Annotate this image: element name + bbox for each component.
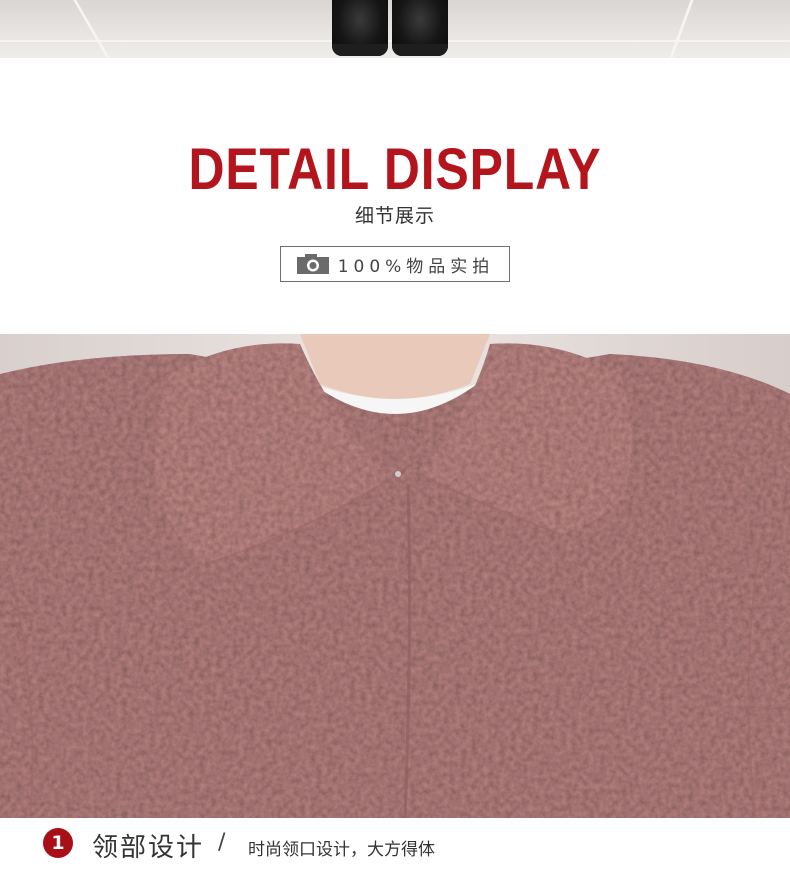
title-section: DETAIL DISPLAY 细节展示 100%物品实拍 <box>0 58 790 334</box>
step-number-badge: 1 <box>43 828 73 858</box>
right-shoe <box>392 0 448 56</box>
caption-title: 领部设计 <box>92 833 205 863</box>
left-shoe <box>332 0 388 56</box>
real-photo-badge: 100%物品实拍 <box>280 246 510 282</box>
page-subtitle: 细节展示 <box>354 205 435 227</box>
floor-tile-line <box>669 0 694 58</box>
product-detail-photo <box>0 334 790 818</box>
floor-tile-line <box>73 0 110 58</box>
caption-separator: / <box>218 830 226 855</box>
coat-collar-illustration <box>0 334 790 818</box>
camera-icon <box>296 253 330 275</box>
page-title: DETAIL DISPLAY <box>188 137 602 202</box>
detail-caption: 1 领部设计 / 时尚领口设计，大方得体 <box>0 818 790 871</box>
top-photo-strip <box>0 0 790 58</box>
caption-description: 时尚领口设计，大方得体 <box>248 840 435 860</box>
badge-label: 100%物品实拍 <box>337 256 495 277</box>
